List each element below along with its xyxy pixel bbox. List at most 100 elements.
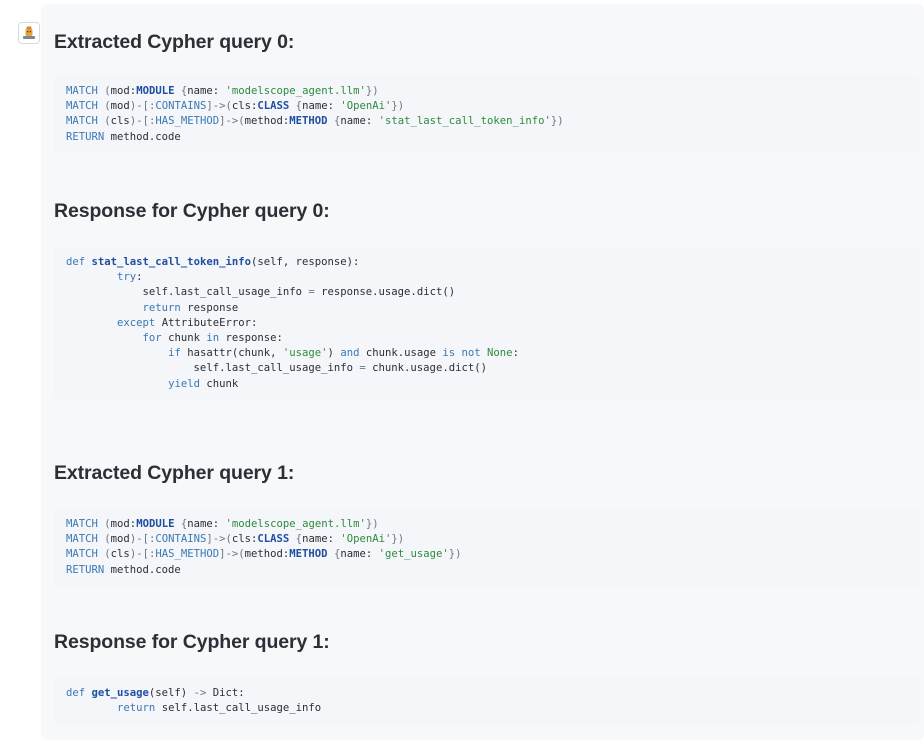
code-line: RETURN method.code bbox=[66, 563, 908, 578]
code-block: MATCH (mod:MODULE {name: 'modelscope_age… bbox=[54, 76, 920, 153]
code-token: self.last_call_usage_info bbox=[66, 362, 360, 375]
code-token: CONTAINS bbox=[155, 100, 207, 113]
code-token: response: bbox=[219, 332, 283, 345]
code-token: METHOD bbox=[289, 115, 328, 128]
code-token: }) bbox=[391, 100, 405, 113]
section-heading: Extracted Cypher query 1: bbox=[54, 462, 295, 484]
code-token: )-[: bbox=[129, 548, 156, 561]
code-token: -> bbox=[193, 687, 207, 699]
code-token: chunk bbox=[199, 377, 239, 390]
code-token: 'OpenAi' bbox=[340, 100, 392, 113]
code-token: cls: bbox=[231, 100, 258, 113]
code-token: ]->( bbox=[206, 533, 232, 546]
code-token: response.usage.dict() bbox=[314, 286, 456, 299]
code-token: get_usage bbox=[91, 687, 149, 699]
code-token: MODULE bbox=[136, 518, 175, 530]
code-token: 'modelscope_agent.llm' bbox=[225, 518, 366, 530]
code-line: def get_usage(self) -> Dict: bbox=[66, 686, 908, 701]
code-token: MATCH bbox=[66, 85, 105, 97]
code-token: RETURN bbox=[66, 130, 111, 143]
code-token: }) bbox=[448, 548, 462, 561]
code-token: name: bbox=[340, 548, 379, 561]
code-token: ]->( bbox=[219, 115, 245, 128]
code-token: and bbox=[340, 347, 360, 360]
code-line: MATCH (mod)-[:CONTAINS]->(cls:CLASS {nam… bbox=[66, 532, 908, 547]
code-line: MATCH (mod:MODULE {name: 'modelscope_age… bbox=[66, 517, 908, 532]
code-token: METHOD bbox=[289, 548, 328, 561]
code-token: CLASS bbox=[257, 533, 290, 546]
code-token: }) bbox=[365, 518, 379, 530]
code-token: ) bbox=[327, 347, 341, 360]
code-token: HAS_METHOD bbox=[155, 548, 220, 561]
code-token: is not bbox=[442, 347, 481, 360]
code-token: MATCH bbox=[66, 533, 105, 546]
code-line: def stat_last_call_token_info(self, resp… bbox=[66, 255, 908, 270]
code-token: method: bbox=[244, 115, 290, 128]
code-token: cls bbox=[110, 115, 130, 128]
code-token: }) bbox=[365, 85, 379, 97]
code-token: 'OpenAi' bbox=[340, 533, 392, 546]
code-token: chunk.usage.dict() bbox=[365, 362, 487, 375]
code-token: MODULE bbox=[136, 85, 175, 97]
assistant-avatar bbox=[18, 22, 40, 44]
code-token: response bbox=[180, 301, 239, 314]
code-line: MATCH (cls)-[:HAS_METHOD]->(method:METHO… bbox=[66, 547, 908, 562]
code-token: stat_last_call_token_info bbox=[91, 256, 251, 268]
code-token: AttributeError: bbox=[155, 316, 258, 329]
code-token: MATCH bbox=[66, 115, 105, 128]
code-token: mod: bbox=[110, 518, 137, 530]
code-line: self.last_call_usage_info = chunk.usage.… bbox=[66, 361, 908, 376]
assistant-avatar-icon bbox=[23, 26, 35, 39]
code-token: name: bbox=[340, 115, 379, 128]
code-token: 'stat_last_call_token_info' bbox=[378, 115, 551, 128]
code-line: except AttributeError: bbox=[66, 316, 908, 331]
code-token: def bbox=[66, 687, 92, 699]
code-token: chunk.usage bbox=[359, 347, 443, 360]
code-token: None bbox=[487, 347, 513, 360]
code-line: return response bbox=[66, 301, 908, 316]
code-token: self.last_call_usage_info bbox=[66, 286, 309, 299]
code-token: try bbox=[117, 271, 137, 284]
code-token: for bbox=[142, 332, 162, 345]
section-heading: Extracted Cypher query 0: bbox=[54, 31, 295, 53]
code-line: if hasattr(chunk, 'usage') and chunk.usa… bbox=[66, 346, 908, 361]
code-token: MATCH bbox=[66, 100, 105, 113]
code-token: except bbox=[117, 316, 156, 329]
code-line: return self.last_call_usage_info bbox=[66, 701, 908, 716]
code-token: yield bbox=[168, 377, 200, 390]
code-token: cls bbox=[110, 548, 130, 561]
code-line: MATCH (mod:MODULE {name: 'modelscope_age… bbox=[66, 84, 908, 99]
code-token: mod: bbox=[110, 85, 137, 97]
code-token: method.code bbox=[110, 130, 181, 143]
code-token: 'usage' bbox=[282, 347, 328, 360]
code-token: chunk bbox=[161, 332, 207, 345]
code-token: RETURN bbox=[66, 563, 111, 576]
code-token: hasattr(chunk, bbox=[180, 347, 283, 360]
code-token: return bbox=[142, 301, 181, 314]
code-token: CLASS bbox=[257, 100, 290, 113]
code-line: self.last_call_usage_info = response.usa… bbox=[66, 285, 908, 300]
code-token: cls: bbox=[231, 533, 258, 546]
code-token: MATCH bbox=[66, 548, 105, 561]
code-token: return bbox=[117, 702, 156, 715]
code-token: }) bbox=[391, 533, 405, 546]
code-line: RETURN method.code bbox=[66, 130, 908, 145]
code-token: : bbox=[136, 271, 143, 284]
code-token: mod bbox=[110, 100, 130, 113]
code-token: mod bbox=[110, 533, 130, 546]
chat-message: Extracted Cypher query 0: MATCH (mod:MOD… bbox=[0, 0, 924, 746]
section-heading: Response for Cypher query 0: bbox=[54, 200, 330, 222]
code-token: )-[: bbox=[129, 533, 156, 546]
code-token: ]->( bbox=[219, 548, 245, 561]
code-token: method: bbox=[244, 548, 290, 561]
code-token: 'get_usage' bbox=[378, 548, 449, 561]
section-heading: Response for Cypher query 1: bbox=[54, 631, 330, 653]
code-token: name: bbox=[187, 85, 226, 97]
code-token: name: bbox=[302, 100, 341, 113]
code-token: method.code bbox=[110, 563, 181, 576]
